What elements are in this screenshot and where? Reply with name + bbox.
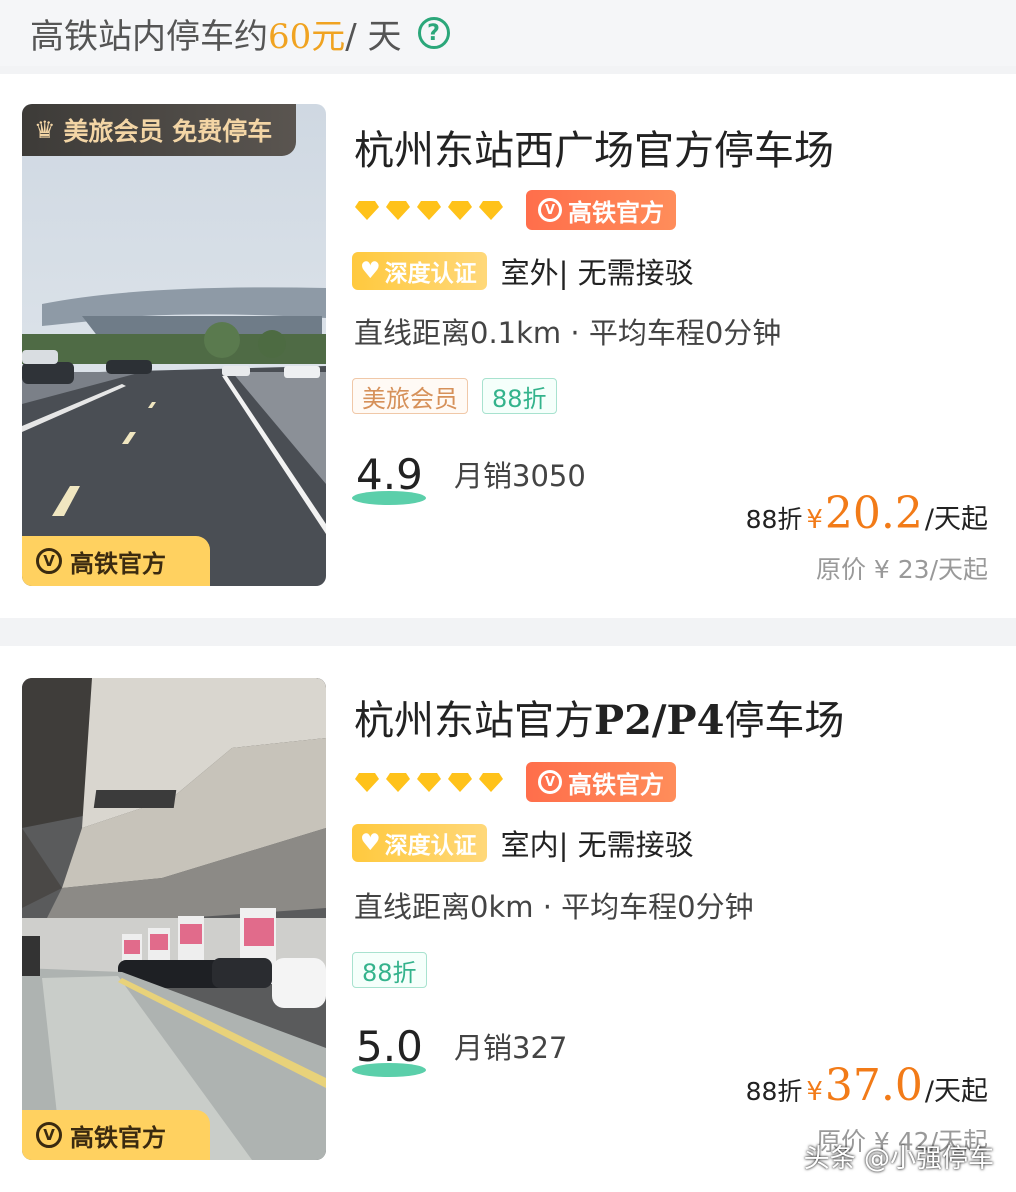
certified-tag: ♥ 深度认证 xyxy=(352,824,487,862)
rating-row: V 高铁官方 xyxy=(354,190,676,230)
diamond-icon xyxy=(355,773,379,792)
header-suffix: / 天 xyxy=(345,16,402,57)
lot-features: 室内| 无需接驳 xyxy=(500,828,694,862)
chip-list: 美旅会员 88折 xyxy=(352,378,557,414)
official-v-icon: V xyxy=(36,1122,62,1148)
diamond-rating xyxy=(354,771,504,793)
diamond-icon xyxy=(448,773,472,792)
certified-tag-label: 深度认证 xyxy=(384,833,477,859)
diamond-icon xyxy=(448,201,472,220)
parking-lot-photo[interactable]: ♛ 美旅会员 免费停车 V 高铁官方 xyxy=(22,104,326,586)
price-row: 88折 ¥ 20.2 /天起 xyxy=(746,488,988,539)
help-icon[interactable]: ? xyxy=(417,17,450,49)
currency-symbol: ¥ xyxy=(806,1077,823,1107)
discount-chip: 88折 xyxy=(482,378,557,414)
heart-check-icon: ♥ xyxy=(360,830,381,856)
member-crown-icon: ♛ xyxy=(34,116,56,144)
member-promo-ribbon: ♛ 美旅会员 免费停车 xyxy=(22,104,296,156)
heart-check-icon: ♥ xyxy=(360,258,381,284)
monthly-sales: 月销327 xyxy=(454,1031,568,1065)
diamond-icon xyxy=(479,773,503,792)
certified-tag: ♥ 深度认证 xyxy=(352,252,487,290)
parking-lot-name[interactable]: 杭州东站官方P2/P4停车场 xyxy=(354,688,844,746)
diamond-icon xyxy=(386,773,410,792)
official-tag-label: 高铁官方 xyxy=(568,770,664,799)
price-amount: 20.2 xyxy=(824,488,923,539)
price-unit: /天起 xyxy=(924,1076,988,1107)
official-photo-badge: V 高铁官方 xyxy=(22,1110,210,1160)
score-row: 4.9 月销3050 xyxy=(352,450,586,505)
original-price: 原价 ¥ 23/天起 xyxy=(815,555,988,584)
certified-tag-label: 深度认证 xyxy=(384,261,477,287)
parking-lot-name-suffix: 停车场 xyxy=(724,698,845,744)
parking-lot-name-code: P2/P4 xyxy=(594,697,725,744)
official-tag: V 高铁官方 xyxy=(526,762,676,802)
official-photo-badge: V 高铁官方 xyxy=(22,536,210,586)
parking-lot-photo[interactable]: V 高铁官方 xyxy=(22,678,326,1160)
diamond-icon xyxy=(417,773,441,792)
parking-lot-name-text: 杭州东站西广场官方停车场 xyxy=(354,128,834,174)
monthly-sales: 月销3050 xyxy=(454,459,586,493)
diamond-icon xyxy=(479,201,503,220)
watermark-text: 头条 @小强停车 xyxy=(803,1144,994,1174)
official-tag: V 高铁官方 xyxy=(526,190,676,230)
rating-score-value: 4.9 xyxy=(356,450,423,499)
official-v-icon: V xyxy=(36,548,62,574)
rating-score: 5.0 xyxy=(352,1022,436,1077)
promo-ribbon-label: 美旅会员 免费停车 xyxy=(63,117,273,146)
currency-symbol: ¥ xyxy=(806,505,823,535)
rating-score-value: 5.0 xyxy=(356,1022,423,1071)
rating-row: V 高铁官方 xyxy=(354,762,676,802)
photo-badge-label: 高铁官方 xyxy=(70,1123,166,1152)
rating-score: 4.9 xyxy=(352,450,436,505)
member-chip: 美旅会员 xyxy=(352,378,468,414)
discount-label: 88折 xyxy=(745,505,803,534)
parking-lot-card[interactable]: V 高铁官方 杭州东站官方P2/P4停车场 V 高铁官方 ♥ 深度认证 室内| … xyxy=(0,646,1016,1192)
header-price: 60元 xyxy=(268,16,346,57)
lot-features: 室外| 无需接驳 xyxy=(500,256,694,290)
score-row: 5.0 月销327 xyxy=(352,1022,568,1077)
chip-list: 88折 xyxy=(352,952,427,988)
diamond-icon xyxy=(386,201,410,220)
cert-row: ♥ 深度认证 室内| 无需接驳 xyxy=(352,822,694,864)
price-amount: 37.0 xyxy=(824,1060,923,1111)
discount-chip: 88折 xyxy=(352,952,427,988)
price-unit: /天起 xyxy=(924,504,988,535)
diamond-icon xyxy=(417,201,441,220)
diamond-rating xyxy=(354,199,504,221)
official-tag-label: 高铁官方 xyxy=(568,198,664,227)
header-prefix: 高铁站内停车约 xyxy=(30,16,268,57)
price-row: 88折 ¥ 37.0 /天起 xyxy=(746,1060,988,1111)
distance-info: 直线距离0.1km · 平均车程0分钟 xyxy=(354,316,782,350)
official-v-icon: V xyxy=(538,770,562,794)
parking-lot-card[interactable]: ♛ 美旅会员 免费停车 V 高铁官方 杭州东站西广场官方停车场 V 高铁官方 ♥… xyxy=(0,74,1016,618)
parking-lot-name-text: 杭州东站官方 xyxy=(354,698,594,744)
official-v-icon: V xyxy=(538,198,562,222)
header-bar: 高铁站内停车约 60元 / 天 ? xyxy=(0,0,1016,66)
distance-info: 直线距离0km · 平均车程0分钟 xyxy=(354,890,754,924)
cert-row: ♥ 深度认证 室外| 无需接驳 xyxy=(352,250,694,292)
discount-label: 88折 xyxy=(745,1077,803,1106)
photo-badge-label: 高铁官方 xyxy=(70,549,166,578)
parking-lot-name[interactable]: 杭州东站西广场官方停车场 xyxy=(354,118,834,176)
diamond-icon xyxy=(355,201,379,220)
